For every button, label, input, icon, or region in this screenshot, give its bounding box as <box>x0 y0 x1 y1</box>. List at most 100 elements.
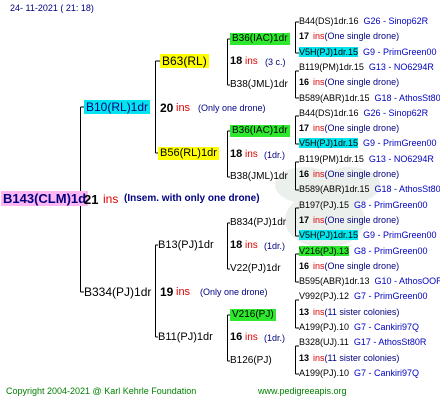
gen2-note-0: (3 c.) <box>265 57 286 67</box>
gen1-num-1: 19 <box>160 285 174 299</box>
gen4-note: (One single drone) <box>324 31 400 41</box>
gen4-origin-code: G13 - NO6294R <box>368 154 434 164</box>
gen1-num-0: 20 <box>160 101 174 115</box>
gen4-queen-name: B44(DS)1dr.16 <box>299 16 359 26</box>
gen1-ins-0: ins <box>176 102 191 114</box>
gen4-queen-name: A199(PJ).10 <box>299 368 350 378</box>
gen4-origin-code: G7 - Cankiri97Q <box>354 368 420 378</box>
gen4-origin-code: G13 - NO6294R <box>368 62 434 72</box>
gen4-queen-row: B119(PM)1dr.15 G13 - NO6294R <box>299 155 434 164</box>
gen4-generation-number: 17 <box>299 31 310 41</box>
gen4-generation-number: 16 <box>299 77 310 87</box>
gen4-queen-row: V992(PJ).12 G7 - PrimGreen00 <box>299 292 428 301</box>
gen2-queen-2: B13(PJ)1dr <box>158 239 214 251</box>
gen4-origin-code: G8 - PrimGreen00 <box>354 246 428 256</box>
gen4-insem-row: 13 ins(11 sister colonies) <box>299 354 399 363</box>
gen2-ins-2: ins <box>245 240 258 251</box>
gen2-ins-3: ins <box>245 332 258 343</box>
gen4-queen-row: B44(DS)1dr.16 G26 - Sinop62R <box>299 109 428 118</box>
gen2-queen-3: B11(PJ)1dr <box>158 331 213 343</box>
gen2-ins-0: ins <box>245 56 258 67</box>
gen1-ins-1: ins <box>176 286 191 298</box>
gen4-origin-code: G10 - AthosOOR <box>374 276 440 286</box>
gen4-generation-number: 13 <box>299 353 310 363</box>
gen2-note-1: (1dr.) <box>264 150 286 160</box>
root-queen-label: B143(CLM)1d <box>1 191 89 206</box>
gen4-queen-row: B328(UJ).11 G17 - AthosSt80R <box>299 338 426 347</box>
gen4-queen-name: B589(ABR)1dr.15 <box>299 93 370 103</box>
gen4-origin-code: G26 - Sinop62R <box>363 108 429 118</box>
gen4-ins: ins <box>313 307 325 317</box>
gen4-note: (One single drone) <box>324 215 400 225</box>
gen2-num-3: 16 <box>230 331 243 343</box>
gen4-queen-row: B589(ABR)1dr.15 G18 - AthosSt80R <box>299 94 440 103</box>
gen4-queen-row: V5H(PJ)1dr.15 G9 - PrimGreen00 <box>299 47 437 57</box>
gen4-ins: ins <box>313 31 325 41</box>
gen4-generation-number: 17 <box>299 123 310 133</box>
footer-url: www.pedigreeapis.org <box>258 386 347 396</box>
gen2-queen-0: B63(RL) <box>160 54 209 68</box>
gen2-ins-1: ins <box>245 149 258 160</box>
gen4-queen-name: B119(PM)1dr.15 <box>299 62 364 72</box>
gen4-queen-name: V5H(PJ)1dr.15 <box>299 138 359 148</box>
pedigree-chart: 24- 11-2021 ( 21: 18) B143(CLM)1d 21 ins… <box>0 0 440 400</box>
gen4-ins: ins <box>313 77 325 87</box>
gen2-queen-1: B56(RL)1dr <box>158 147 219 160</box>
root-generation-number: 21 <box>84 192 99 207</box>
gen4-ins: ins <box>313 169 325 179</box>
gen3-queen-0: B36(IAC)1dr <box>230 33 290 45</box>
gen4-origin-code: G17 - AthosSt80R <box>353 337 427 347</box>
gen4-insem-row: 17 ins(One single drone) <box>299 216 399 225</box>
gen4-origin-code: G26 - Sinop62R <box>363 16 429 26</box>
gen4-note: (One single drone) <box>324 77 400 87</box>
gen3-queen-3: B38(JML)1dr <box>230 171 288 182</box>
gen4-generation-number: 17 <box>299 215 310 225</box>
gen4-generation-number: 16 <box>299 261 310 271</box>
gen4-queen-row: A199(PJ).10 G7 - Cankiri97Q <box>299 369 419 378</box>
gen2-num-1: 18 <box>230 148 243 160</box>
gen4-queen-row: V5H(PJ)1dr.15 G9 - PrimGreen00 <box>299 138 437 148</box>
gen4-origin-code: G9 - PrimGreen00 <box>363 47 437 57</box>
gen1-note-1: (Only one drone) <box>200 287 268 297</box>
gen3-queen-1: B38(JML)1dr <box>230 79 288 90</box>
gen3-queen-5: V22(PJ)1dr <box>230 263 281 274</box>
gen4-origin-code: G9 - PrimGreen00 <box>363 230 437 240</box>
gen4-ins: ins <box>313 353 325 363</box>
gen4-note: (One single drone) <box>324 123 400 133</box>
gen4-queen-name: B328(UJ).11 <box>299 337 349 347</box>
gen4-queen-row: B119(PM)1dr.15 G13 - NO6294R <box>299 63 434 72</box>
gen4-ins: ins <box>313 261 325 271</box>
gen4-ins: ins <box>313 123 325 133</box>
gen4-queen-name: V5H(PJ)1dr.15 <box>299 47 359 57</box>
gen4-queen-name: V5H(PJ)1dr.15 <box>299 230 359 240</box>
gen4-queen-name: B595(ABR)1dr.13 <box>299 276 370 286</box>
gen4-queen-row: V216(PJ).13 G8 - PrimGreen00 <box>299 246 428 256</box>
gen4-queen-row: B589(ABR)1dr.15 G18 - AthosSt80R <box>299 185 440 194</box>
gen4-note: (One single drone) <box>324 169 400 179</box>
gen4-origin-code: G18 - AthosSt80R <box>374 184 440 194</box>
gen4-queen-name: B197(PJ).15 <box>299 200 350 210</box>
gen4-note: (11 sister colonies) <box>324 353 400 363</box>
gen2-note-3: (1dr.) <box>264 333 286 343</box>
gen4-insem-row: 16 ins(One single drone) <box>299 262 399 271</box>
gen3-queen-4: B834(PJ)1dr <box>230 217 287 228</box>
gen1-queen-0: B10(RL)1dr <box>84 100 151 114</box>
gen3-queen-6: V216(PJ) <box>230 309 276 321</box>
gen4-generation-number: 13 <box>299 307 310 317</box>
gen1-queen-1: B334(PJ)1dr <box>84 285 152 299</box>
gen4-note: (11 sister colonies) <box>324 307 400 317</box>
gen4-queen-name: B589(ABR)1dr.15 <box>299 184 370 194</box>
date-stamp: 24- 11-2021 ( 21: 18) <box>10 3 94 13</box>
gen3-queen-2: B36(IAC)1dr <box>230 125 290 137</box>
gen4-origin-code: G9 - PrimGreen00 <box>363 138 437 148</box>
gen2-num-2: 18 <box>230 239 243 251</box>
gen4-origin-code: G7 - PrimGreen00 <box>354 291 428 301</box>
gen4-queen-row: V5H(PJ)1dr.15 G9 - PrimGreen00 <box>299 230 437 240</box>
gen4-insem-row: 16 ins(One single drone) <box>299 78 399 87</box>
gen4-queen-row: B595(ABR)1dr.13 G10 - AthosOOR <box>299 277 440 286</box>
root-note: (Insem. with only one drone) <box>124 193 260 204</box>
gen4-queen-name: A199(PJ).10 <box>299 322 350 332</box>
gen4-queen-name: B119(PM)1dr.15 <box>299 154 364 164</box>
gen4-ins: ins <box>313 215 325 225</box>
gen4-insem-row: 13 ins(11 sister colonies) <box>299 308 399 317</box>
